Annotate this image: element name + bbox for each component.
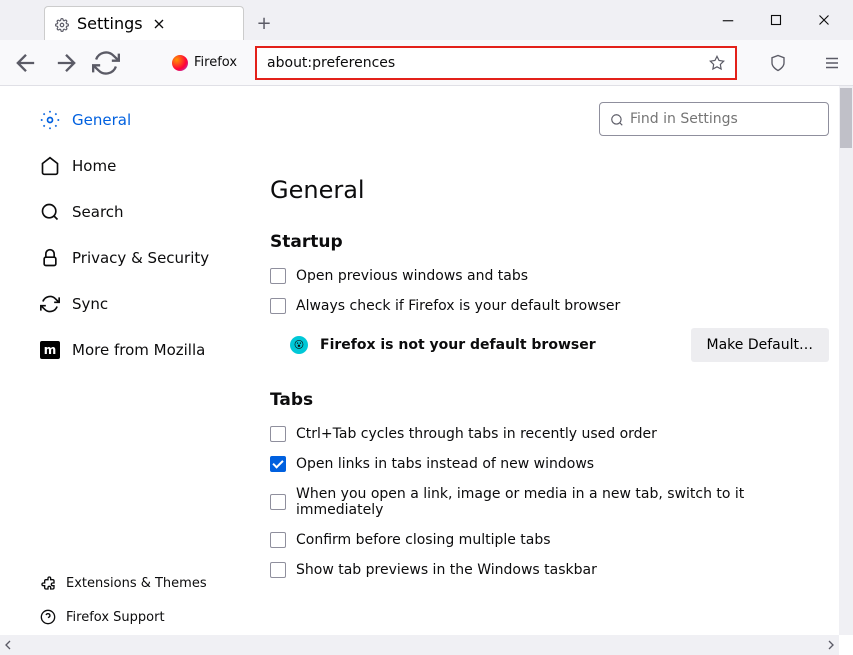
pocket-icon[interactable]: [769, 54, 787, 72]
default-browser-status: 😮 Firefox is not your default browser: [290, 336, 596, 354]
app-menu-button[interactable]: [823, 54, 841, 72]
content-area: General Home Search Privacy & Security S…: [0, 86, 853, 655]
reload-button[interactable]: [92, 49, 120, 77]
option-label: Open previous windows and tabs: [296, 268, 528, 284]
section-heading: Startup: [270, 232, 829, 252]
info-icon: 😮: [290, 336, 308, 354]
status-text: Firefox is not your default browser: [320, 337, 596, 353]
sync-icon: [40, 294, 60, 314]
checkbox[interactable]: [270, 456, 286, 472]
url-text: about:preferences: [267, 55, 709, 71]
mozilla-icon: m: [40, 340, 60, 360]
switch-immediately-option[interactable]: When you open a link, image or media in …: [270, 486, 829, 518]
forward-button[interactable]: [52, 49, 80, 77]
checkbox[interactable]: [270, 494, 286, 510]
search-icon: [610, 112, 624, 126]
sidebar-item-label: Sync: [72, 295, 108, 313]
chevron-left-icon[interactable]: [0, 637, 16, 653]
chevron-right-icon[interactable]: [823, 637, 839, 653]
checkbox[interactable]: [270, 562, 286, 578]
page-title: General: [270, 176, 829, 204]
checkbox[interactable]: [270, 298, 286, 314]
sidebar-item-label: Search: [72, 203, 124, 221]
minimize-button[interactable]: [719, 11, 737, 29]
maximize-button[interactable]: [767, 11, 785, 29]
option-label: Ctrl+Tab cycles through tabs in recently…: [296, 426, 657, 442]
sidebar-item-label: Home: [72, 157, 116, 175]
checkbox[interactable]: [270, 268, 286, 284]
gear-icon: [55, 17, 69, 31]
open-previous-option[interactable]: Open previous windows and tabs: [270, 268, 829, 284]
help-icon: [40, 609, 56, 625]
new-tab-button[interactable]: +: [250, 9, 278, 37]
sidebar-item-sync[interactable]: Sync: [40, 294, 260, 314]
ctrl-tab-option[interactable]: Ctrl+Tab cycles through tabs in recently…: [270, 426, 829, 442]
firefox-logo-icon: [172, 55, 188, 71]
find-in-settings[interactable]: [599, 102, 829, 136]
search-input[interactable]: [630, 111, 818, 127]
always-check-default-option[interactable]: Always check if Firefox is your default …: [270, 298, 829, 314]
sidebar-item-more-mozilla[interactable]: m More from Mozilla: [40, 340, 260, 360]
sidebar-item-label: Privacy & Security: [72, 249, 209, 267]
tabs-section: Tabs Ctrl+Tab cycles through tabs in rec…: [270, 390, 829, 578]
sidebar-item-privacy[interactable]: Privacy & Security: [40, 248, 260, 268]
gear-icon: [40, 110, 60, 130]
identity-label: Firefox: [194, 55, 237, 70]
browser-tab[interactable]: Settings: [44, 6, 244, 40]
close-icon[interactable]: [151, 16, 167, 32]
home-icon: [40, 156, 60, 176]
titlebar: Settings +: [0, 0, 853, 40]
horizontal-scrollbar[interactable]: [0, 635, 839, 655]
make-default-button[interactable]: Make Default…: [691, 328, 829, 362]
puzzle-icon: [40, 575, 56, 591]
confirm-close-option[interactable]: Confirm before closing multiple tabs: [270, 532, 829, 548]
option-label: When you open a link, image or media in …: [296, 486, 829, 518]
lock-icon: [40, 248, 60, 268]
checkbox[interactable]: [270, 426, 286, 442]
open-links-tabs-option[interactable]: Open links in tabs instead of new window…: [270, 456, 829, 472]
startup-section: Startup Open previous windows and tabs A…: [270, 232, 829, 362]
sidebar-item-general[interactable]: General: [40, 110, 260, 130]
close-window-button[interactable]: [815, 11, 833, 29]
option-label: Always check if Firefox is your default …: [296, 298, 620, 314]
sidebar-item-search[interactable]: Search: [40, 202, 260, 222]
sidebar-item-home[interactable]: Home: [40, 156, 260, 176]
sidebar-item-label: More from Mozilla: [72, 341, 205, 359]
search-icon: [40, 202, 60, 222]
footer-label: Extensions & Themes: [66, 576, 207, 591]
site-identity[interactable]: Firefox: [172, 55, 237, 71]
firefox-support-link[interactable]: Firefox Support: [40, 609, 260, 625]
option-label: Show tab previews in the Windows taskbar: [296, 562, 597, 578]
taskbar-previews-option[interactable]: Show tab previews in the Windows taskbar: [270, 562, 829, 578]
extensions-themes-link[interactable]: Extensions & Themes: [40, 575, 260, 591]
bookmark-star-icon[interactable]: [709, 55, 725, 71]
section-heading: Tabs: [270, 390, 829, 410]
sidebar-item-label: General: [72, 111, 131, 129]
vertical-scrollbar[interactable]: [839, 86, 853, 635]
option-label: Open links in tabs instead of new window…: [296, 456, 594, 472]
back-button[interactable]: [12, 49, 40, 77]
footer-label: Firefox Support: [66, 610, 165, 625]
toolbar: Firefox about:preferences: [0, 40, 853, 86]
main-panel: General Startup Open previous windows an…: [260, 86, 853, 655]
tab-title: Settings: [77, 14, 143, 33]
url-bar[interactable]: about:preferences: [255, 46, 737, 80]
sidebar: General Home Search Privacy & Security S…: [0, 86, 260, 655]
checkbox[interactable]: [270, 532, 286, 548]
option-label: Confirm before closing multiple tabs: [296, 532, 551, 548]
